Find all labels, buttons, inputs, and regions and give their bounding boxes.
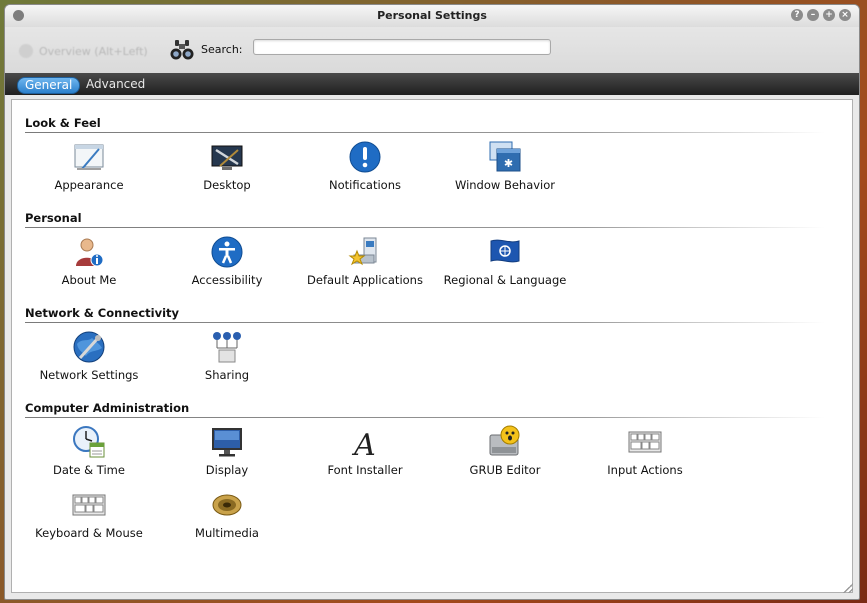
module-label: Notifications bbox=[329, 178, 401, 192]
module-input-actions[interactable]: Input Actions bbox=[576, 425, 714, 481]
accessibility-icon bbox=[211, 236, 243, 268]
module-label: Display bbox=[205, 463, 249, 477]
minimize-icon[interactable]: – bbox=[807, 9, 819, 21]
window-controls: ? – + × bbox=[791, 9, 851, 21]
module-display[interactable]: Display bbox=[158, 425, 296, 481]
module-notifications[interactable]: Notifications bbox=[296, 140, 434, 196]
regional-language-icon bbox=[490, 239, 520, 263]
window-title: Personal Settings bbox=[377, 9, 487, 22]
module-font-installer[interactable]: A Font Installer bbox=[296, 425, 434, 481]
search-label: Search: bbox=[201, 43, 243, 56]
module-appearance[interactable]: Appearance bbox=[20, 140, 158, 196]
module-label: Desktop bbox=[203, 178, 251, 192]
title-bar[interactable]: Personal Settings ? – + × bbox=[5, 5, 859, 27]
appearance-icon bbox=[74, 144, 104, 170]
tab-bar: General Advanced bbox=[5, 73, 859, 95]
section-title-look-feel: Look & Feel bbox=[25, 116, 101, 130]
module-label: Keyboard & Mouse bbox=[35, 526, 143, 540]
module-keyboard-mouse[interactable]: Keyboard & Mouse bbox=[20, 488, 158, 544]
search-input[interactable] bbox=[253, 39, 551, 55]
resize-grip[interactable] bbox=[843, 583, 853, 593]
module-network-settings[interactable]: Network Settings bbox=[20, 330, 158, 386]
svg-text:✱: ✱ bbox=[504, 157, 513, 170]
module-label: Window Behavior bbox=[454, 178, 556, 192]
module-label: Network Settings bbox=[39, 368, 139, 382]
overview-button[interactable]: Overview (Alt+Left) bbox=[19, 44, 148, 58]
svg-text:A: A bbox=[351, 428, 376, 459]
tab-general[interactable]: General bbox=[17, 77, 81, 94]
module-label: Accessibility bbox=[191, 273, 263, 287]
module-label: Input Actions bbox=[607, 463, 683, 477]
module-multimedia[interactable]: Multimedia bbox=[158, 488, 296, 544]
section-divider bbox=[25, 227, 825, 228]
toolbar: Overview (Alt+Left) Search: bbox=[5, 27, 859, 73]
font-installer-icon: A bbox=[351, 428, 376, 459]
grub-editor-icon bbox=[489, 425, 520, 456]
input-actions-icon bbox=[628, 431, 662, 453]
module-label: Date & Time bbox=[53, 463, 125, 477]
section-title-personal: Personal bbox=[25, 211, 82, 225]
window-behavior-icon: ✱ bbox=[489, 141, 521, 172]
desktop-icon bbox=[211, 145, 243, 170]
help-icon[interactable]: ? bbox=[791, 9, 803, 21]
module-window-behavior[interactable]: ✱ Window Behavior bbox=[436, 140, 574, 196]
module-default-applications[interactable]: Default Applications bbox=[296, 235, 434, 291]
module-about-me[interactable]: About Me bbox=[20, 235, 158, 291]
module-sharing[interactable]: Sharing bbox=[158, 330, 296, 386]
date-time-icon bbox=[73, 426, 105, 458]
close-icon[interactable]: × bbox=[839, 9, 851, 21]
keyboard-mouse-icon bbox=[72, 494, 106, 516]
network-settings-icon bbox=[73, 331, 105, 363]
window-menu-icon[interactable] bbox=[13, 10, 24, 21]
back-arrow-icon bbox=[19, 44, 33, 58]
maximize-icon[interactable]: + bbox=[823, 9, 835, 21]
module-regional-language[interactable]: Regional & Language bbox=[436, 235, 574, 291]
module-label: Multimedia bbox=[195, 526, 259, 540]
module-date-time[interactable]: Date & Time bbox=[20, 425, 158, 481]
sharing-icon bbox=[213, 332, 241, 363]
module-label: Appearance bbox=[54, 178, 124, 192]
section-divider bbox=[25, 417, 825, 418]
binoculars-icon bbox=[170, 40, 194, 60]
overview-label: Overview (Alt+Left) bbox=[39, 44, 148, 58]
module-grub-editor[interactable]: GRUB Editor bbox=[436, 425, 574, 481]
module-desktop[interactable]: Desktop bbox=[158, 140, 296, 196]
section-divider bbox=[25, 322, 825, 323]
default-applications-icon bbox=[348, 237, 377, 266]
multimedia-icon bbox=[212, 494, 242, 516]
module-label: Sharing bbox=[204, 368, 250, 382]
section-title-network: Network & Connectivity bbox=[25, 306, 180, 320]
module-accessibility[interactable]: Accessibility bbox=[158, 235, 296, 291]
display-icon bbox=[212, 428, 242, 457]
section-title-computer-admin: Computer Administration bbox=[25, 401, 190, 415]
about-me-icon bbox=[76, 238, 104, 267]
module-label: Font Installer bbox=[327, 463, 403, 477]
module-label: Default Applications bbox=[307, 273, 423, 287]
module-label: GRUB Editor bbox=[469, 463, 541, 477]
section-divider bbox=[25, 132, 825, 133]
tab-advanced[interactable]: Advanced bbox=[79, 77, 152, 92]
module-label: About Me bbox=[61, 273, 117, 287]
module-label: Regional & Language bbox=[443, 273, 567, 287]
settings-window: Personal Settings ? – + × Overview (Alt+… bbox=[4, 4, 860, 600]
notifications-icon bbox=[349, 141, 381, 173]
module-panel: Look & Feel Appearance Desktop Notificat… bbox=[11, 99, 853, 593]
